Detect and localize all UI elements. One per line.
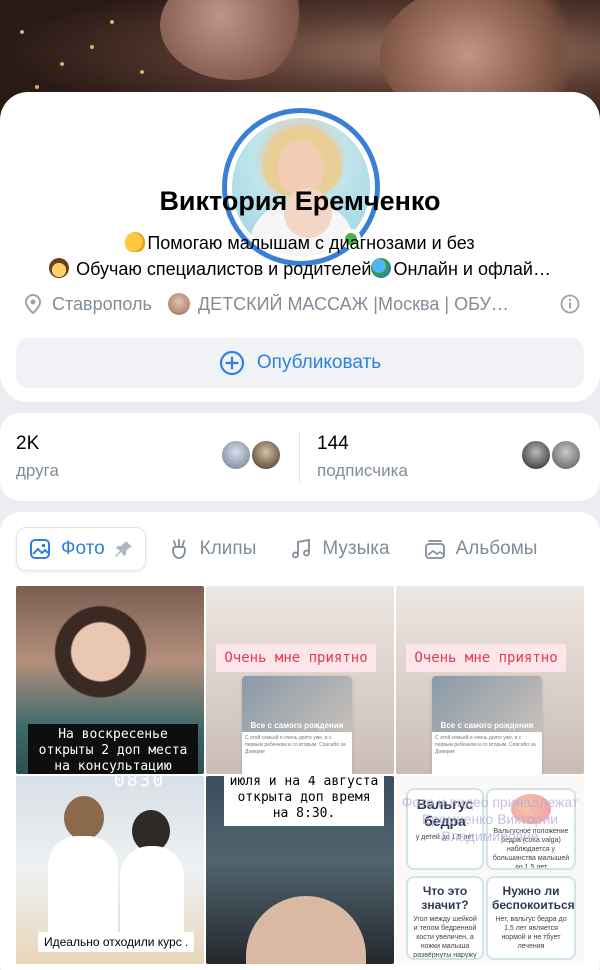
subscribers-count: 144 (317, 433, 349, 454)
albums-icon (424, 540, 445, 559)
profile-meta[interactable]: Ставрополь ДЕТСКИЙ МАССАЖ |Москва | ОБУ… (24, 292, 580, 316)
tab-label: Клипы (199, 538, 257, 559)
info-icon[interactable] (560, 294, 580, 314)
cover-light (60, 62, 64, 66)
city: Ставрополь (52, 293, 152, 314)
cover-light (90, 45, 94, 49)
subscribers-stat[interactable]: 144 подписчика (317, 433, 408, 481)
photo-thumbnail[interactable]: 0830 Идеально отходили курс . (16, 776, 204, 964)
photo-thumbnail[interactable]: июля и на 4 августа открыта доп время на… (206, 776, 394, 964)
status-text-1: Помогаю малышам с диагнозами и без (147, 233, 475, 253)
work-avatar (167, 293, 190, 315)
location-pin-icon (24, 294, 42, 314)
photo-thumbnail[interactable]: Очень мне приятно Все с самого рождения … (206, 586, 394, 774)
photo-thumbnail[interactable]: Очень мне приятно Все с самого рождения … (396, 586, 584, 774)
info-box-title: Что это значит? (421, 884, 469, 912)
subscriber-avatar (520, 439, 552, 471)
info-box-text: Угол между шейкой и телом бедренной кост… (413, 916, 477, 959)
story-title: Все с самого рождения (440, 721, 534, 730)
pin-icon (114, 541, 132, 557)
cover-light (110, 20, 114, 24)
cover-light (140, 70, 144, 74)
photo-caption: июля и на 4 августа открыта доп время на… (224, 776, 384, 826)
cover-decor (160, 0, 310, 80)
profile-name: Виктория Еремченко (159, 186, 441, 216)
tab-label: Музыка (322, 538, 390, 559)
status-text-2: Обучаю специалистов и родителей (76, 259, 372, 279)
info-box: Что это значит? Угол между шейкой и тело… (406, 876, 484, 960)
profile-card: Виктория Еремченко Помогаю малышам с диа… (0, 92, 600, 402)
teacher-emoji-icon (49, 258, 70, 278)
music-icon (292, 538, 311, 559)
cover-light (20, 30, 24, 34)
plus-circle-icon (219, 350, 244, 376)
media-card: Фото Клипы Музыка Альбомы На воскресенье… (0, 512, 600, 970)
story-card: Все с самого рождения С этой семьей я оч… (432, 676, 542, 774)
status-line-2[interactable]: Обучаю специалистов и родителей Онлайн и … (28, 258, 572, 280)
tab-albums[interactable]: Альбомы (412, 527, 550, 571)
workplace: ДЕТСКИЙ МАССАЖ |Москва | ОБУ… (197, 293, 509, 314)
clips-icon (171, 539, 186, 559)
tab-label: Альбомы (455, 538, 538, 559)
stats-card: 2K друга 144 подписчика (0, 413, 600, 501)
muscle-emoji-icon (125, 232, 146, 252)
globe-emoji-icon (371, 258, 392, 278)
friend-avatar (250, 439, 282, 471)
friend-avatar (220, 439, 252, 471)
publish-button[interactable]: Опубликовать (16, 338, 584, 388)
subscriber-avatar (550, 439, 582, 471)
photo-caption: Очень мне приятно (216, 644, 376, 672)
story-title: Все с самого рождения (250, 721, 344, 730)
status-text-2-tail: Онлайн и офлай… (393, 259, 551, 279)
story-card: Все с самого рождения С этой семьей я оч… (242, 676, 352, 774)
subscribers-label: подписчика (317, 461, 408, 480)
photo-caption: На воскресенье открыты 2 доп места на ко… (28, 724, 198, 774)
cover-light (35, 85, 39, 89)
tab-music[interactable]: Музыка (278, 527, 401, 571)
photo-icon (30, 539, 50, 559)
tab-photos[interactable]: Фото (16, 527, 146, 571)
photo-thumbnail[interactable]: Вальгус бедра у детей до 1,5 лет Вальгус… (396, 776, 584, 964)
photo-caption: Очень мне приятно (406, 644, 566, 672)
photo-subject (246, 896, 366, 964)
divider (299, 431, 300, 483)
story-text: С этой семьей я очень долго уже, и с пер… (435, 735, 536, 755)
friends-stat[interactable]: 2K друга (16, 433, 59, 481)
friends-count: 2K (16, 433, 40, 454)
tab-clips[interactable]: Клипы (156, 527, 269, 571)
photo-clock: 0830 (114, 776, 166, 791)
status-line-1: Помогаю малышам с диагнозами и без (28, 232, 572, 254)
friends-label: друга (16, 461, 59, 480)
info-box: Нужно ли беспокоиться? Нет, вальгус бедр… (486, 876, 576, 960)
photo-thumbnail[interactable]: На воскресенье открыты 2 доп места на ко… (16, 586, 204, 774)
media-tabs: Фото Клипы Музыка Альбомы (16, 526, 559, 572)
publish-label: Опубликовать (256, 352, 382, 373)
tab-label: Фото (61, 538, 105, 559)
story-text: С этой семьей я очень долго уже, и с пер… (245, 735, 346, 755)
info-box-title: Нужно ли беспокоиться? (492, 884, 576, 912)
photo-caption: Идеально отходили курс . (38, 932, 195, 952)
watermark: Фото и видео принадлежат Еремченко Викто… (401, 794, 579, 844)
info-box-text: Нет, вальгус бедра до 1,5 лет является н… (495, 916, 567, 950)
